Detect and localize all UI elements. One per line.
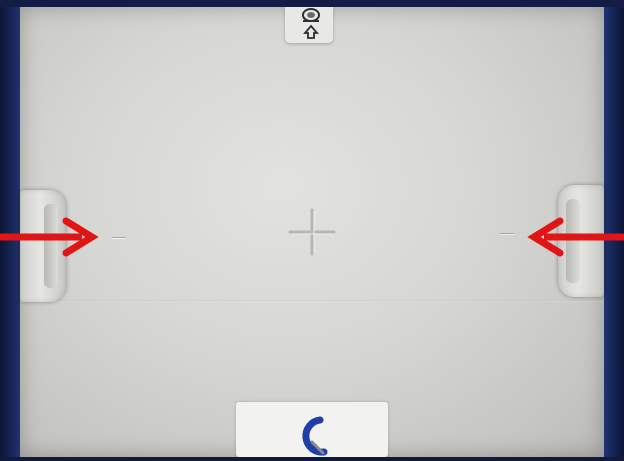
arrow-right-icon [0, 217, 99, 257]
logo-icon [290, 412, 334, 457]
logo-label [236, 402, 388, 457]
panel-seam [20, 300, 604, 302]
arrow-left-icon [527, 217, 624, 257]
alignment-mark-left [112, 237, 126, 238]
photo [0, 0, 624, 457]
background-edge-top [0, 0, 624, 7]
tripod-mount-icon [285, 7, 333, 43]
crosshair-icon [287, 207, 337, 257]
alignment-mark-right [500, 233, 514, 234]
